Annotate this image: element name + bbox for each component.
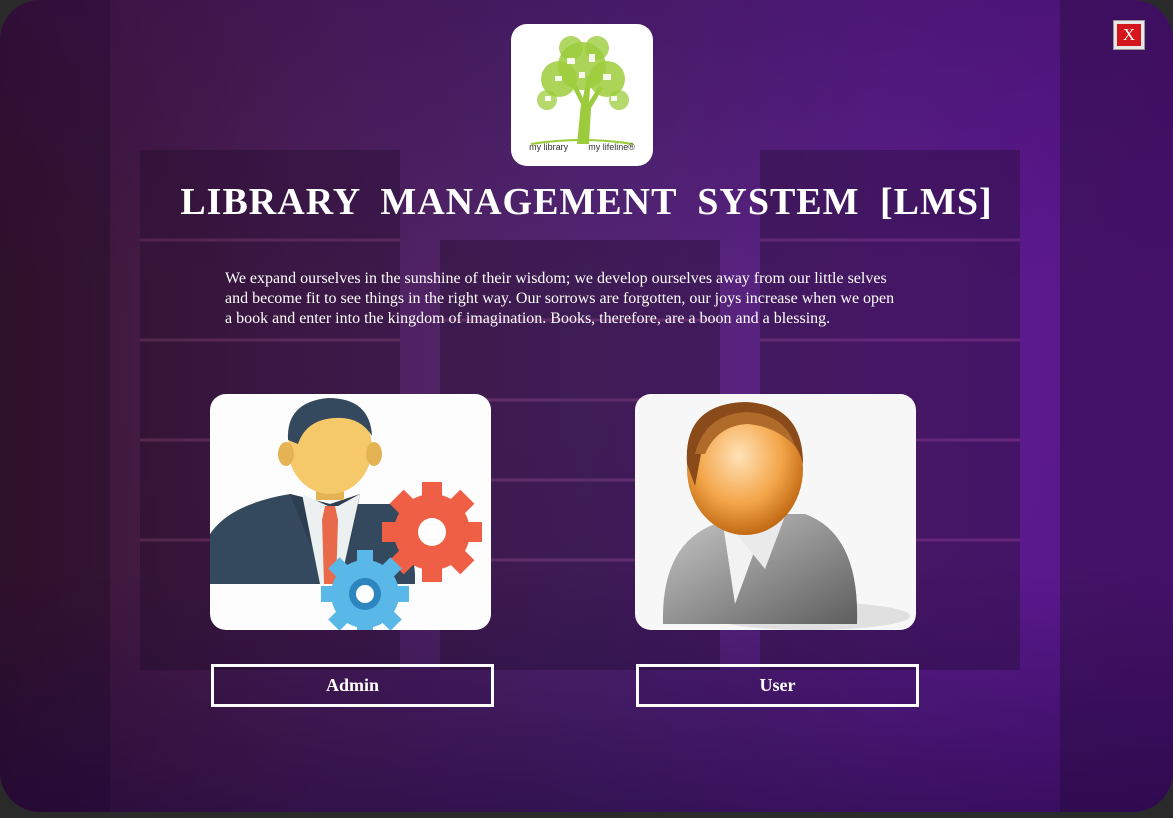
logo-text-left: my library (529, 142, 569, 152)
user-card[interactable] (635, 394, 916, 630)
main-window: X my library my lifeline® LIBRARY MANAGE… (0, 0, 1173, 812)
quote-text: We expand ourselves in the sunshine of t… (225, 270, 895, 327)
admin-person-gears-icon (210, 398, 482, 630)
close-icon[interactable]: X (1117, 24, 1141, 46)
page-title: LIBRARY MANAGEMENT SYSTEM [LMS] (180, 181, 993, 223)
user-button[interactable]: User (636, 664, 919, 707)
admin-card[interactable] (210, 394, 491, 630)
close-button[interactable]: X (1113, 20, 1145, 50)
user-person-icon (662, 402, 910, 630)
logo-text-right: my lifeline® (588, 142, 635, 152)
admin-button[interactable]: Admin (211, 664, 494, 707)
library-logo: my library my lifeline® (511, 24, 653, 166)
